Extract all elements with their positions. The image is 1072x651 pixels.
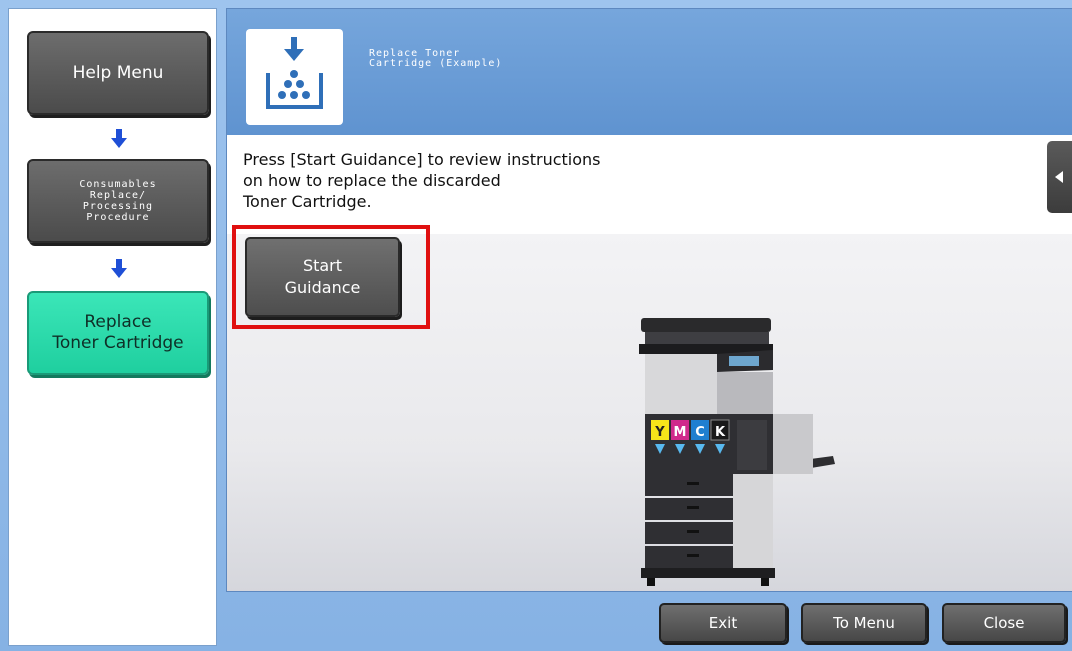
toner-replace-icon: [246, 29, 343, 125]
exit-button[interactable]: Exit: [659, 603, 787, 643]
down-arrow-icon: [111, 129, 127, 148]
toner-label-c: C: [695, 425, 705, 440]
to-menu-button[interactable]: To Menu: [801, 603, 927, 643]
side-panel-tab[interactable]: [1047, 141, 1072, 213]
help-screen: Help Menu Consumables Replace/ Processin…: [0, 0, 1072, 651]
down-arrow-icon: [111, 259, 127, 278]
replace-toner-cartridge-button[interactable]: Replace Toner Cartridge: [27, 291, 209, 375]
consumables-procedure-button[interactable]: Consumables Replace/ Processing Procedur…: [27, 159, 209, 243]
page-title: Replace Toner Cartridge (Example): [369, 48, 503, 69]
close-button[interactable]: Close: [942, 603, 1066, 643]
toner-label-m: M: [674, 425, 687, 440]
toner-label-y: Y: [654, 425, 665, 440]
help-navigation-panel: Help Menu Consumables Replace/ Processin…: [8, 8, 217, 646]
chevron-left-icon: [1055, 171, 1063, 183]
help-menu-button[interactable]: Help Menu: [27, 31, 209, 115]
printer-illustration: Y M C K: [639, 318, 835, 586]
start-guidance-button[interactable]: Start Guidance: [245, 237, 400, 317]
guidance-instructions: Press [Start Guidance] to review instruc…: [243, 150, 601, 211]
guidance-header: Replace Toner Cartridge (Example): [227, 9, 1072, 135]
toner-label-k: K: [715, 425, 726, 440]
guidance-content: Replace Toner Cartridge (Example) Press …: [226, 8, 1072, 592]
